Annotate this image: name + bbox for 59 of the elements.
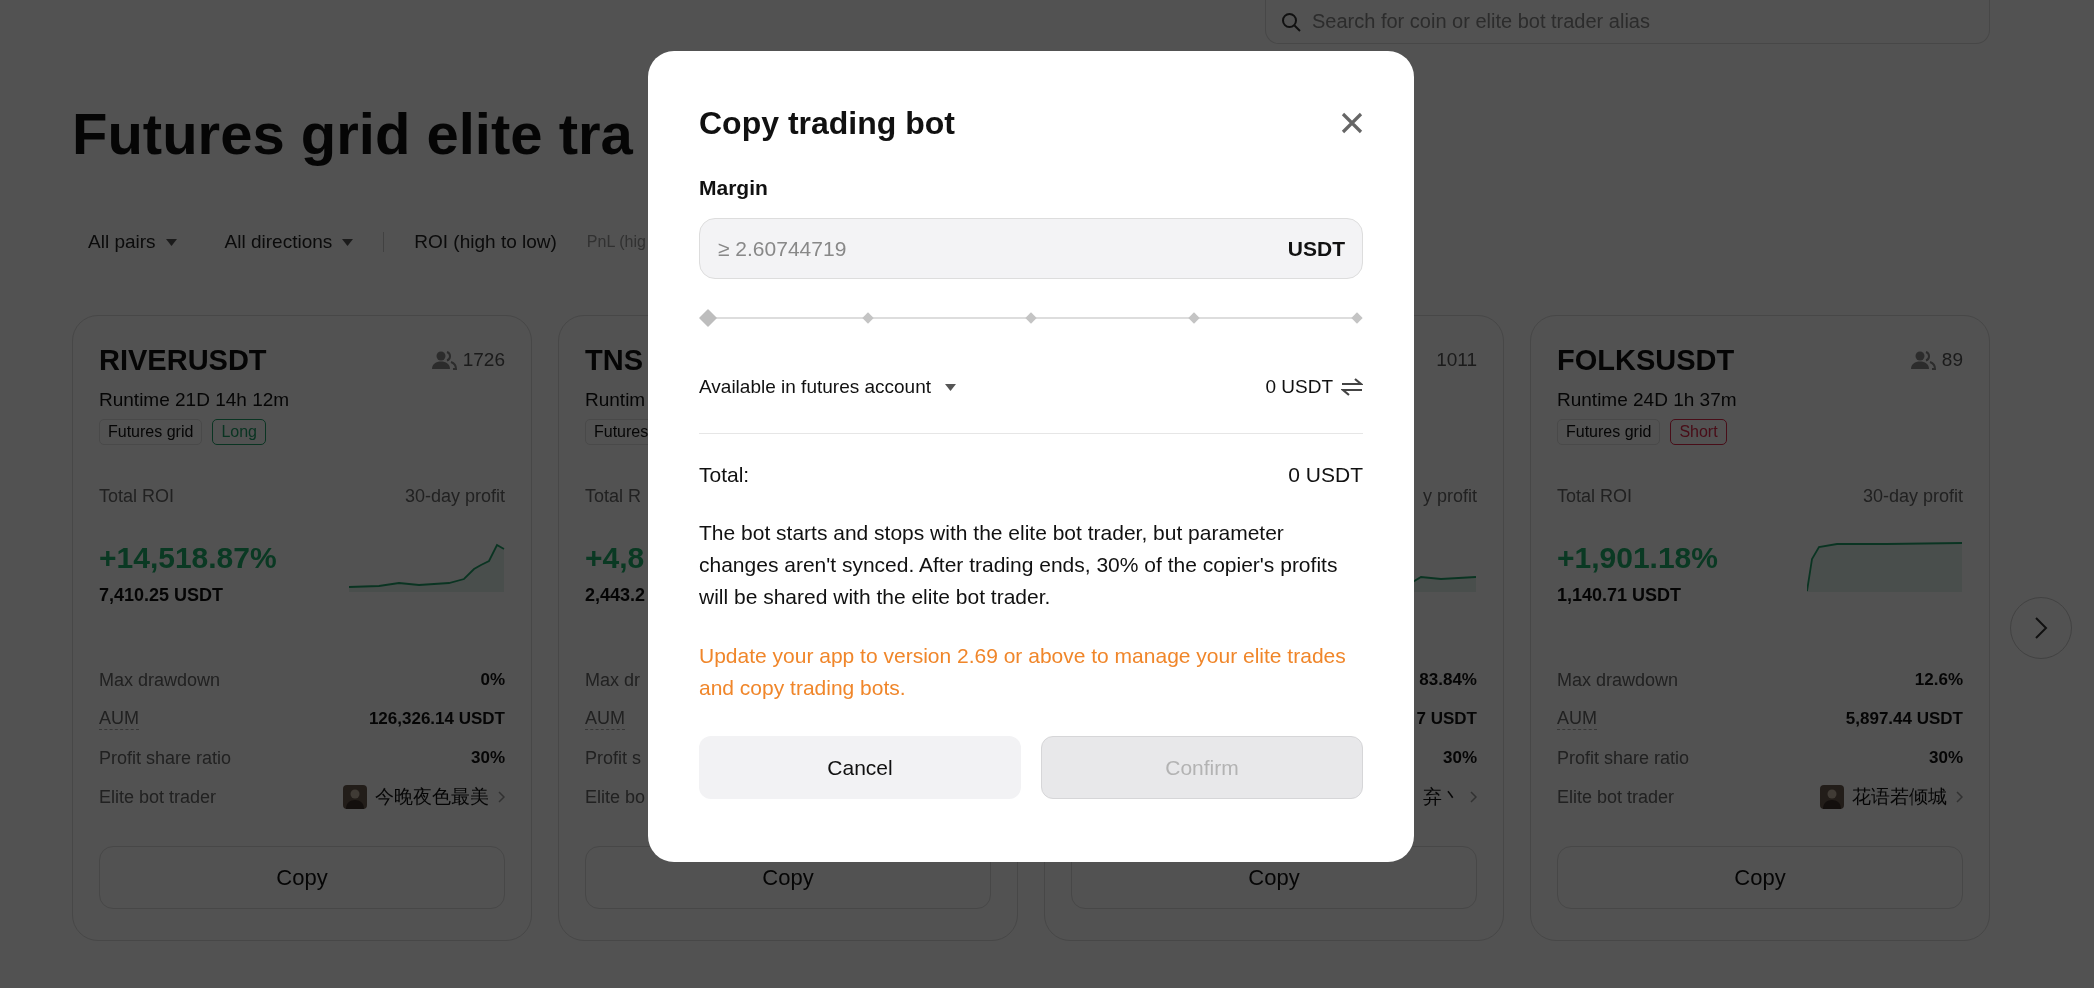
profit-amount: 1,140.71 USDT <box>1557 584 1683 607</box>
tag: Long <box>212 419 266 445</box>
runtime-text: Runtime 21D 14h 12m <box>99 389 290 410</box>
stat-value: 12.6% <box>1914 670 1963 690</box>
dialog-title: Copy trading bot <box>699 104 955 142</box>
available-amount: 0 USDT <box>1265 376 1333 398</box>
stat-value: 30% <box>1442 748 1477 768</box>
stat-value: 30% <box>470 748 505 768</box>
runtime-text: Runtim <box>585 389 646 410</box>
tick-mark <box>1351 312 1363 324</box>
trader-name[interactable]: 花语若倾城 <box>1852 784 1947 810</box>
filter-dropdown[interactable]: All pairs <box>72 231 177 253</box>
trader-name[interactable]: 今晚夜色最美 <box>375 784 489 810</box>
tick-mark <box>1188 312 1200 324</box>
info-text: The bot starts and stops with the elite bot trader, but parameter changes aren't synced. After trading ends, 30% of the copier's profits will be shared with the elite bot trader. <box>699 520 1339 610</box>
account-dropdown[interactable]: Available in futures account <box>699 376 957 398</box>
search-icon <box>1281 12 1301 32</box>
profit-amount: 7,410.25 USDT <box>99 584 225 607</box>
chevron-icon <box>497 791 505 803</box>
tag: Futures grid <box>1557 419 1661 445</box>
sort-option[interactable]: ROI (high to low) <box>414 231 557 253</box>
stat-value: 126,326.14 USDT <box>368 709 505 729</box>
caret-icon <box>342 238 354 246</box>
total-label: Total: <box>699 462 750 488</box>
caret-icon <box>165 238 177 246</box>
tag: Futures grid <box>99 419 203 445</box>
tick-mark <box>1025 312 1037 324</box>
roi-value: +1,901.18% <box>1557 540 1718 576</box>
filter-dropdown[interactable]: All directions <box>206 231 354 253</box>
close-icon[interactable] <box>1341 112 1363 134</box>
stat-value: 5,897.44 USDT <box>1845 709 1963 729</box>
pair-name: RIVERUSDT <box>99 343 267 377</box>
chevron-icon <box>2034 616 2048 640</box>
pair-name: TNS <box>585 343 643 377</box>
transfer-icon[interactable] <box>1341 378 1363 396</box>
copy-button[interactable]: Copy <box>99 846 505 909</box>
stat-value: 0% <box>480 670 505 690</box>
caret-icon <box>945 383 957 391</box>
slider-thumb[interactable] <box>699 309 717 327</box>
cancel-button[interactable]: Cancel <box>699 736 1021 799</box>
copy-button[interactable]: Copy <box>1557 846 1963 909</box>
profit-amount: 2,443.2 <box>585 584 646 607</box>
tick-mark <box>862 312 874 324</box>
runtime-text: Runtime 24D 1h 37m <box>1557 389 1737 410</box>
roi-value: +4,8 <box>585 540 646 576</box>
warning-text: Update your app to version 2.69 or above to manage your elite trades and copy trading bots. <box>699 643 1347 701</box>
chevron-icon <box>1955 791 1963 803</box>
chevron-icon <box>1469 791 1477 803</box>
stat-value: 30% <box>1928 748 1963 768</box>
unit-label: USDT <box>1287 236 1345 261</box>
pair-name: FOLKSUSDT <box>1557 343 1735 377</box>
roi-value: +14,518.87% <box>99 540 277 576</box>
trader-name[interactable]: 弃丶 <box>1423 784 1461 810</box>
stat-value: 83.84% <box>1419 670 1477 690</box>
total-value: 0 USDT <box>1288 462 1363 488</box>
tag: Short <box>1670 419 1727 445</box>
stat-value: 7 USDT <box>1416 709 1477 729</box>
margin-label: Margin <box>699 175 769 201</box>
page-title: Futures grid elite tra <box>72 100 633 168</box>
